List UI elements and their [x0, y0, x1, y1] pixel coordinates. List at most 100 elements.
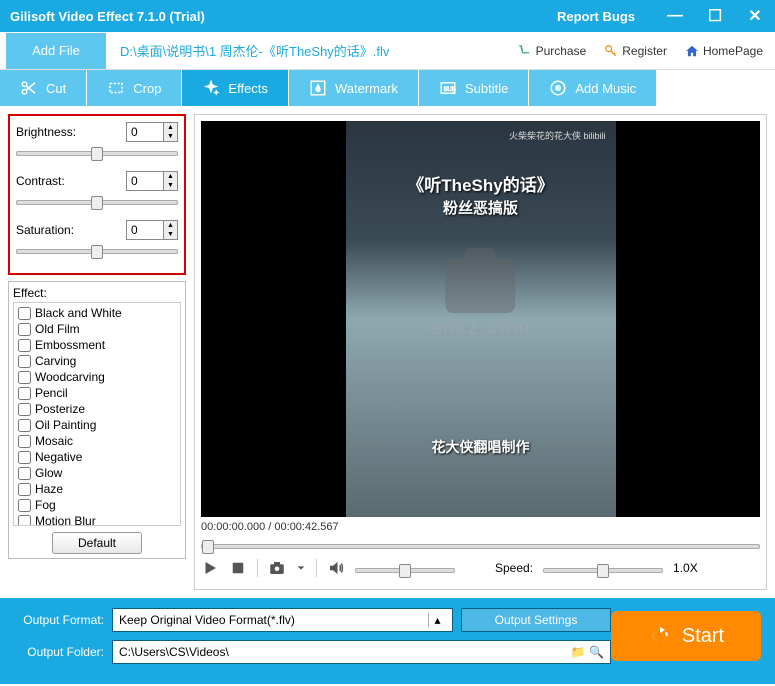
effect-item[interactable]: Oil Painting [16, 417, 178, 433]
contrast-down[interactable]: ▼ [164, 181, 177, 190]
tab-effects-label: Effects [228, 81, 268, 96]
effect-label: Oil Painting [35, 418, 96, 432]
saturation-input[interactable] [127, 221, 163, 239]
search-folder-icon[interactable]: 🔍 [589, 645, 604, 659]
effect-checkbox[interactable] [18, 403, 31, 416]
effect-item[interactable]: Embossment [16, 337, 178, 353]
register-label: Register [622, 44, 667, 58]
snapshot-dropdown-icon[interactable] [296, 559, 306, 577]
effect-checkbox[interactable] [18, 339, 31, 352]
divider [316, 559, 317, 577]
output-settings-button[interactable]: Output Settings [461, 608, 611, 632]
homepage-link[interactable]: HomePage [685, 44, 763, 58]
output-format-select[interactable]: Keep Original Video Format(*.flv) ▴ [112, 608, 453, 632]
contrast-slider[interactable] [16, 195, 178, 209]
add-file-button[interactable]: Add File [6, 33, 106, 69]
effect-checkbox[interactable] [18, 451, 31, 464]
progress-slider[interactable] [201, 539, 760, 553]
effect-checkbox[interactable] [18, 323, 31, 336]
effect-item[interactable]: Carving [16, 353, 178, 369]
contrast-input[interactable] [127, 172, 163, 190]
minimize-button[interactable]: — [655, 7, 695, 25]
effect-label: Woodcarving [35, 370, 105, 384]
effect-checkbox[interactable] [18, 467, 31, 480]
volume-icon[interactable] [327, 559, 345, 577]
effect-label: Motion Blur [35, 514, 96, 526]
key-icon [604, 44, 618, 58]
left-panel: Brightness: ▲▼ Contrast: ▲▼ [8, 114, 186, 590]
file-path: D:\桌面\说明书\1 周杰伦-《听TheShy的话》.flv [112, 41, 518, 60]
brightness-down[interactable]: ▼ [164, 132, 177, 141]
saturation-down[interactable]: ▼ [164, 230, 177, 239]
effect-label: Posterize [35, 402, 85, 416]
brightness-input[interactable] [127, 123, 163, 141]
speed-label: Speed: [495, 561, 533, 575]
cart-icon [518, 44, 532, 58]
speed-slider[interactable] [543, 563, 663, 577]
tab-add-music[interactable]: Add Music [529, 70, 657, 106]
tab-watermark[interactable]: Watermark [289, 70, 419, 106]
effect-checkbox[interactable] [18, 371, 31, 384]
volume-slider[interactable] [355, 563, 455, 577]
watermark: anxz.com [430, 258, 532, 340]
play-icon[interactable] [201, 559, 219, 577]
effect-checkbox[interactable] [18, 355, 31, 368]
scissors-icon [20, 79, 38, 97]
tab-cut-label: Cut [46, 81, 66, 96]
tab-effects[interactable]: Effects [182, 70, 289, 106]
effect-checkbox[interactable] [18, 387, 31, 400]
effect-checkbox[interactable] [18, 483, 31, 496]
contrast-row: Contrast: ▲▼ [16, 171, 178, 214]
camera-icon [446, 258, 516, 313]
brightness-slider[interactable] [16, 146, 178, 160]
effect-item[interactable]: Glow [16, 465, 178, 481]
effect-label: Black and White [35, 306, 122, 320]
saturation-up[interactable]: ▲ [164, 221, 177, 230]
effect-item[interactable]: Black and White [16, 305, 178, 321]
output-folder-input[interactable]: C:\Users\CS\Videos\ 📁 🔍 [112, 640, 611, 664]
effect-checkbox[interactable] [18, 419, 31, 432]
effect-item[interactable]: Mosaic [16, 433, 178, 449]
output-folder-value: C:\Users\CS\Videos\ [119, 645, 229, 659]
playback-controls: Speed: 1.0X [201, 553, 760, 583]
effect-item[interactable]: Woodcarving [16, 369, 178, 385]
effect-checkbox[interactable] [18, 435, 31, 448]
effect-item[interactable]: Pencil [16, 385, 178, 401]
maximize-button[interactable]: ☐ [695, 6, 735, 26]
saturation-spinner[interactable]: ▲▼ [126, 220, 178, 240]
right-panel: 火柴柴花的花大侠 bilibili 《听TheShy的话》 粉丝恶搞版 anxz… [194, 114, 767, 590]
effect-label: Mosaic [35, 434, 73, 448]
brightness-up[interactable]: ▲ [164, 123, 177, 132]
default-button[interactable]: Default [52, 532, 142, 554]
start-button[interactable]: Start [611, 611, 761, 661]
tab-cut[interactable]: Cut [0, 70, 87, 106]
snapshot-icon[interactable] [268, 559, 286, 577]
effect-item[interactable]: Fog [16, 497, 178, 513]
tab-crop[interactable]: Crop [87, 70, 182, 106]
dropdown-icon[interactable]: ▴ [428, 613, 446, 627]
effect-item[interactable]: Haze [16, 481, 178, 497]
speed-value: 1.0X [673, 561, 698, 575]
droplet-icon [309, 79, 327, 97]
contrast-spinner[interactable]: ▲▼ [126, 171, 178, 191]
brightness-spinner[interactable]: ▲▼ [126, 122, 178, 142]
saturation-slider[interactable] [16, 244, 178, 258]
purchase-link[interactable]: Purchase [518, 44, 587, 58]
effect-item[interactable]: Motion Blur [16, 513, 178, 526]
effect-checkbox[interactable] [18, 499, 31, 512]
bottom-bar: Output Format: Keep Original Video Forma… [0, 598, 775, 684]
stop-icon[interactable] [229, 559, 247, 577]
effect-list[interactable]: Black and WhiteOld FilmEmbossmentCarving… [13, 302, 181, 526]
effect-item[interactable]: Posterize [16, 401, 178, 417]
effect-checkbox[interactable] [18, 515, 31, 527]
folder-icon[interactable]: 📁 [571, 645, 586, 659]
video-title-overlay: 《听TheShy的话》 [346, 171, 616, 196]
effect-checkbox[interactable] [18, 307, 31, 320]
close-button[interactable]: ✕ [735, 6, 775, 26]
effect-item[interactable]: Negative [16, 449, 178, 465]
contrast-up[interactable]: ▲ [164, 172, 177, 181]
register-link[interactable]: Register [604, 44, 667, 58]
report-bugs-link[interactable]: Report Bugs [557, 9, 635, 24]
tab-subtitle[interactable]: SUB Subtitle [419, 70, 529, 106]
effect-item[interactable]: Old Film [16, 321, 178, 337]
